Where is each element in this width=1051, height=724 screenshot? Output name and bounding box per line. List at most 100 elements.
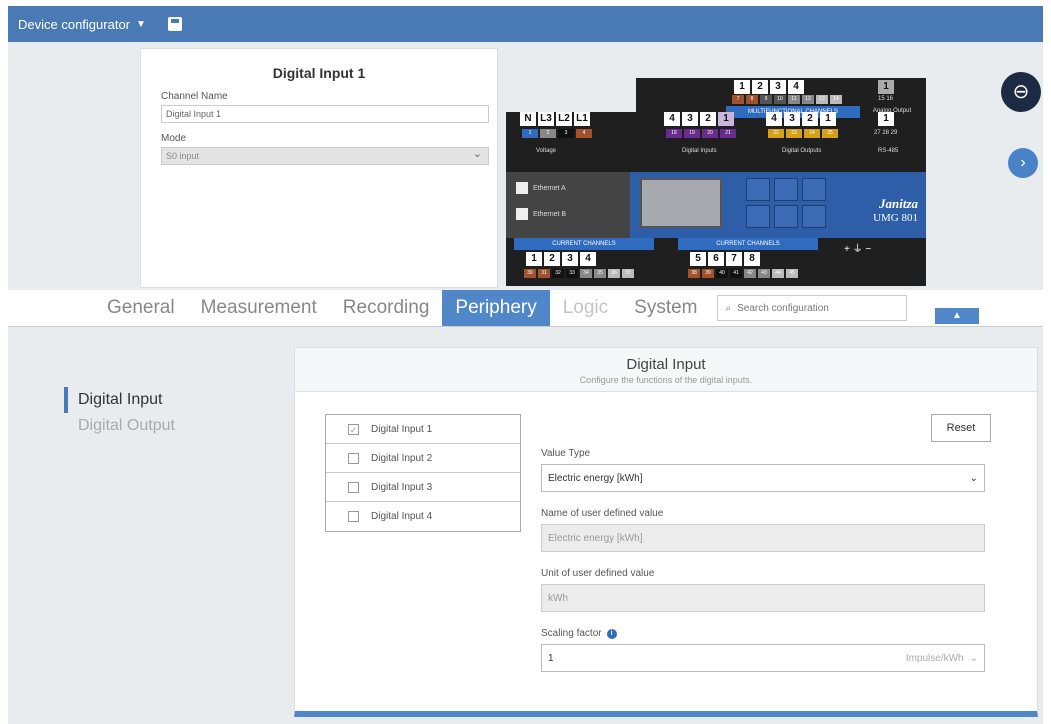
- terminal[interactable]: 1: [878, 80, 894, 94]
- rs485-pins: 27 28 29: [874, 130, 898, 136]
- pin: 31: [538, 269, 550, 278]
- unit-field[interactable]: kWh: [541, 584, 985, 612]
- list-item[interactable]: ✓ Digital Input 1: [326, 415, 520, 444]
- terminal[interactable]: 4: [580, 252, 596, 266]
- tab-measurement[interactable]: Measurement: [188, 290, 330, 326]
- tab-system[interactable]: System: [621, 290, 710, 326]
- terminal[interactable]: 1: [878, 112, 894, 126]
- pin: 45: [786, 269, 798, 278]
- terminal[interactable]: 2: [544, 252, 560, 266]
- pin: 7: [732, 95, 744, 104]
- caret-down-icon[interactable]: ▼: [136, 19, 146, 30]
- checkbox[interactable]: [348, 481, 359, 493]
- terminal[interactable]: 3: [770, 80, 786, 94]
- key: [746, 178, 770, 201]
- tab-general[interactable]: General: [94, 290, 188, 326]
- device-model: UMG 801: [873, 212, 918, 224]
- terminal[interactable]: 8: [744, 252, 760, 266]
- digital-input-terminals[interactable]: 4 3 2 1: [664, 112, 734, 126]
- tab-periphery[interactable]: Periphery: [442, 290, 550, 326]
- terminal[interactable]: 6: [708, 252, 724, 266]
- main-area: Digital Input Digital Output Digital Inp…: [8, 326, 1043, 724]
- pin: 34: [580, 269, 592, 278]
- device-configurator-menu[interactable]: Device configurator: [18, 17, 130, 32]
- terminal[interactable]: 5: [690, 252, 706, 266]
- pin: 37: [622, 269, 634, 278]
- channel-name-input[interactable]: Digital Input 1: [161, 105, 489, 123]
- voltage-pins: 1 2 3 4: [522, 129, 592, 138]
- terminal[interactable]: 2: [752, 80, 768, 94]
- reset-button[interactable]: Reset: [931, 414, 991, 442]
- list-item[interactable]: Digital Input 4: [326, 502, 520, 531]
- checkbox-checked[interactable]: ✓: [348, 423, 359, 435]
- terminal[interactable]: 7: [726, 252, 742, 266]
- unit-label-text: Unit of user defined value: [541, 568, 655, 579]
- info-icon[interactable]: i: [606, 628, 617, 639]
- save-icon[interactable]: [167, 17, 182, 31]
- terminal[interactable]: 3: [562, 252, 578, 266]
- collapse-button[interactable]: ▲: [935, 308, 979, 324]
- terminal[interactable]: 1: [820, 112, 836, 126]
- name-field[interactable]: Electric energy [kWh]: [541, 524, 985, 552]
- pin: 10: [774, 95, 786, 104]
- terminal[interactable]: L2: [556, 112, 572, 126]
- digital-inputs-list: ✓ Digital Input 1 Digital Input 2 Digita…: [325, 414, 521, 532]
- checkbox[interactable]: [348, 452, 359, 464]
- value-type-select[interactable]: Electric energy [kWh] ⌄: [541, 464, 985, 492]
- terminal[interactable]: 1: [734, 80, 750, 94]
- chevron-right-icon[interactable]: ›: [1008, 148, 1038, 178]
- ethernet-b-port[interactable]: Ethernet B: [516, 208, 566, 220]
- terminal[interactable]: 3: [682, 112, 698, 126]
- power-terminals: + ⏚ −: [844, 244, 872, 255]
- panel-subtitle: Configure the functions of the digital i…: [579, 375, 753, 385]
- terminal[interactable]: 2: [802, 112, 818, 126]
- current-terminals-1[interactable]: 1 2 3 4: [526, 252, 596, 266]
- terminal[interactable]: L1: [574, 112, 590, 126]
- pin: 30: [524, 269, 536, 278]
- terminal[interactable]: 4: [788, 80, 804, 94]
- list-item-label: Digital Input 1: [371, 423, 433, 435]
- panel-header: Digital Input Configure the functions of…: [295, 348, 1037, 392]
- current-terminals-2[interactable]: 5 6 7 8: [690, 252, 760, 266]
- analog-output-terminal[interactable]: 1: [878, 80, 894, 94]
- pin: 25: [822, 129, 838, 138]
- digital-input-form: Reset Value Type Electric energy [kWh] ⌄…: [541, 414, 991, 688]
- multifunctional-pins: 7 8 9 10 11 12 13 14: [732, 95, 842, 104]
- terminal[interactable]: 1: [526, 252, 542, 266]
- terminal[interactable]: L3: [538, 112, 554, 126]
- tab-logic[interactable]: Logic: [550, 290, 621, 326]
- terminal-selected[interactable]: 1: [718, 112, 734, 126]
- terminal[interactable]: N: [520, 112, 536, 126]
- terminal[interactable]: 3: [784, 112, 800, 126]
- ethernet-a-port[interactable]: Ethernet A: [516, 182, 566, 194]
- terminal[interactable]: 2: [700, 112, 716, 126]
- pin: 41: [730, 269, 742, 278]
- multifunctional-terminals[interactable]: 1 2 3 4: [734, 80, 804, 94]
- sidenav-digital-input[interactable]: Digital Input: [64, 387, 175, 413]
- channel-name-label: Channel Name: [161, 91, 228, 102]
- digital-input-pins: 18 19 20 21: [666, 129, 736, 138]
- pin: 2: [540, 129, 556, 138]
- sidenav-digital-output[interactable]: Digital Output: [64, 413, 175, 439]
- scaling-factor-input[interactable]: 1 Impulse/kWh ⌄: [541, 644, 985, 672]
- value-type-label: Value Type: [541, 448, 985, 459]
- digital-input-panel: Digital Input Configure the functions of…: [294, 347, 1038, 717]
- checkbox[interactable]: [348, 511, 359, 522]
- digital-output-terminals[interactable]: 4 3 2 1: [766, 112, 836, 126]
- tab-recording[interactable]: Recording: [330, 290, 443, 326]
- chevron-down-icon: ⌄: [969, 472, 978, 484]
- scaling-unit-select[interactable]: Impulse/kWh ⌄: [906, 653, 978, 664]
- mode-select[interactable]: S0 input: [161, 147, 489, 165]
- list-item[interactable]: Digital Input 2: [326, 444, 520, 473]
- terminal[interactable]: 4: [664, 112, 680, 126]
- pin: 23: [786, 129, 802, 138]
- voltage-terminals[interactable]: N L3 L2 L1: [520, 112, 590, 126]
- pin: 22: [768, 129, 784, 138]
- pin: 20: [702, 129, 718, 138]
- list-item[interactable]: Digital Input 3: [326, 473, 520, 502]
- zoom-out-icon[interactable]: ⊖: [1001, 72, 1041, 112]
- terminal[interactable]: 4: [766, 112, 782, 126]
- pin: 18: [666, 129, 682, 138]
- search-input[interactable]: ⌕ Search configuration: [716, 295, 907, 321]
- rs485-terminal[interactable]: 1: [878, 112, 894, 126]
